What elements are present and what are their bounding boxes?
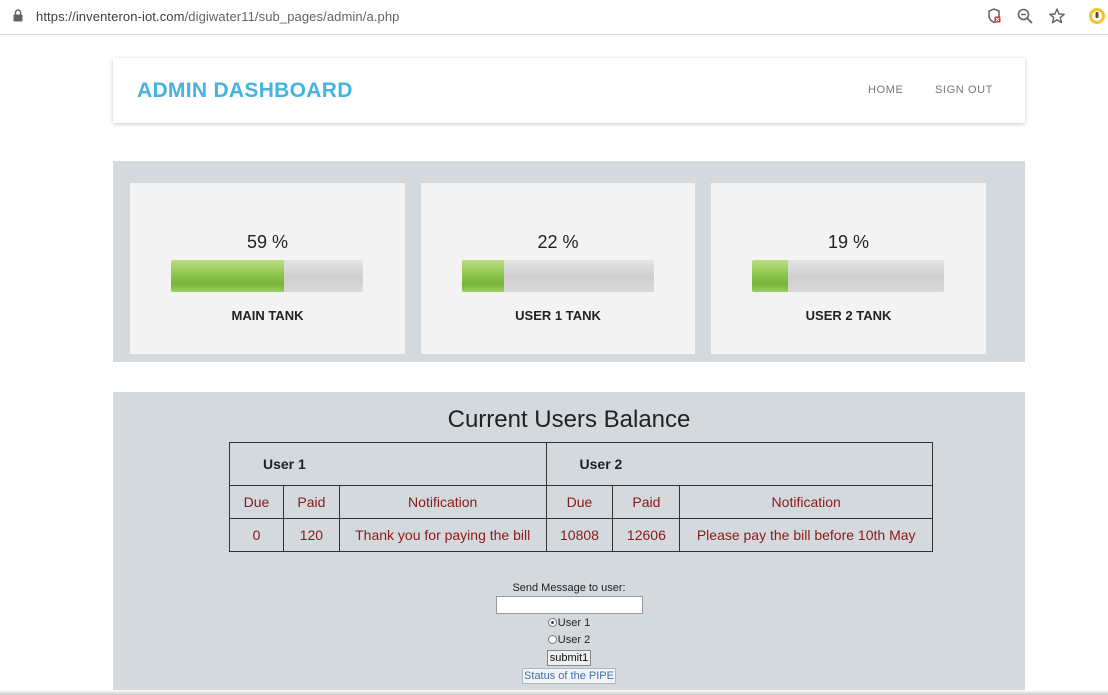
users-balance-panel: Current Users Balance User 1 User 2 Due …	[113, 392, 1025, 695]
url-path: /digiwater11/sub_pages/admin/a.php	[184, 9, 400, 24]
tank-percent: 19 %	[827, 232, 870, 252]
bookmark-star-icon[interactable]	[1048, 7, 1066, 30]
table-cell: 12606	[612, 518, 681, 552]
table-cell: 10808	[545, 518, 614, 552]
table-cell: 120	[282, 518, 340, 552]
column-header: Paid	[282, 485, 340, 519]
url-host: https://inventeron-iot.com	[36, 9, 185, 24]
balance-title: Current Users Balance	[447, 406, 691, 433]
tank-name: USER 1 TANK	[515, 308, 601, 323]
column-header: Due	[229, 485, 284, 519]
tank-card-user2: 19 % USER 2 TANK	[711, 183, 986, 354]
user2-header: User 2	[545, 442, 934, 486]
nav-home-link[interactable]: HOME	[868, 84, 903, 96]
radio-checked-icon[interactable]	[547, 617, 557, 627]
send-message-label: Send Message to user:	[512, 582, 626, 594]
table-cell: 0	[229, 518, 284, 552]
send-message-form: Send Message to user: User 1 User 2 subm…	[113, 582, 1025, 684]
table-column-header-row: Due Paid Notification Due Paid Notificat…	[229, 485, 933, 519]
radio-label: User 2	[557, 634, 591, 646]
table-cell: Please pay the bill before 10th May	[679, 518, 933, 552]
page-title: ADMIN DASHBOARD	[137, 79, 353, 102]
dashboard-header: ADMIN DASHBOARD HOME SIGN OUT	[113, 58, 1025, 123]
tank-card-main: 59 % MAIN TANK	[130, 183, 405, 354]
extension-icon[interactable]	[1088, 7, 1106, 30]
tank-level-fill	[462, 260, 505, 292]
tank-percent: 22 %	[537, 232, 579, 252]
table-cell: Thank you for paying the bill	[338, 518, 547, 552]
zoom-icon[interactable]	[1016, 7, 1034, 30]
bottom-edge	[0, 690, 1108, 695]
tank-level-bar	[462, 260, 654, 292]
balance-table: User 1 User 2 Due Paid Notification Due …	[229, 442, 934, 552]
table-row: 0 120 Thank you for paying the bill 1080…	[229, 518, 933, 552]
table-user-header-row: User 1 User 2	[229, 442, 934, 486]
tank-card-user1: 22 % USER 1 TANK	[421, 183, 695, 354]
column-header: Notification	[338, 485, 547, 519]
radio-label: User 1	[557, 617, 591, 629]
tank-percent: 59 %	[246, 232, 289, 252]
tank-level-fill	[752, 260, 789, 292]
url-field[interactable]: https://inventeron-iot.com/digiwater11/s…	[36, 9, 399, 24]
column-header: Due	[545, 485, 614, 519]
submit-button[interactable]: submit1	[546, 650, 592, 666]
tank-name: USER 2 TANK	[805, 308, 892, 323]
tank-level-bar	[752, 260, 944, 292]
column-header: Notification	[679, 485, 933, 519]
tank-name: MAIN TANK	[231, 308, 304, 323]
radio-unchecked-icon[interactable]	[547, 634, 557, 644]
message-input[interactable]	[495, 596, 643, 614]
column-header: Paid	[612, 485, 681, 519]
user1-header: User 1	[229, 442, 547, 486]
tank-levels-panel: 59 % MAIN TANK 22 % USER 1 TANK 19 % USE…	[113, 161, 1025, 362]
browser-address-bar: https://inventeron-iot.com/digiwater11/s…	[0, 0, 1108, 35]
tank-level-fill	[171, 260, 285, 292]
radio-user2[interactable]: User 2	[113, 633, 1025, 648]
pipe-status-button[interactable]: Status of the PIPE	[522, 668, 616, 684]
radio-user1[interactable]: User 1	[113, 616, 1025, 631]
nav-sign-out-link[interactable]: SIGN OUT	[935, 84, 993, 96]
blocked-content-icon[interactable]	[985, 7, 1003, 30]
lock-icon[interactable]	[13, 9, 23, 27]
tank-level-bar	[171, 260, 363, 292]
